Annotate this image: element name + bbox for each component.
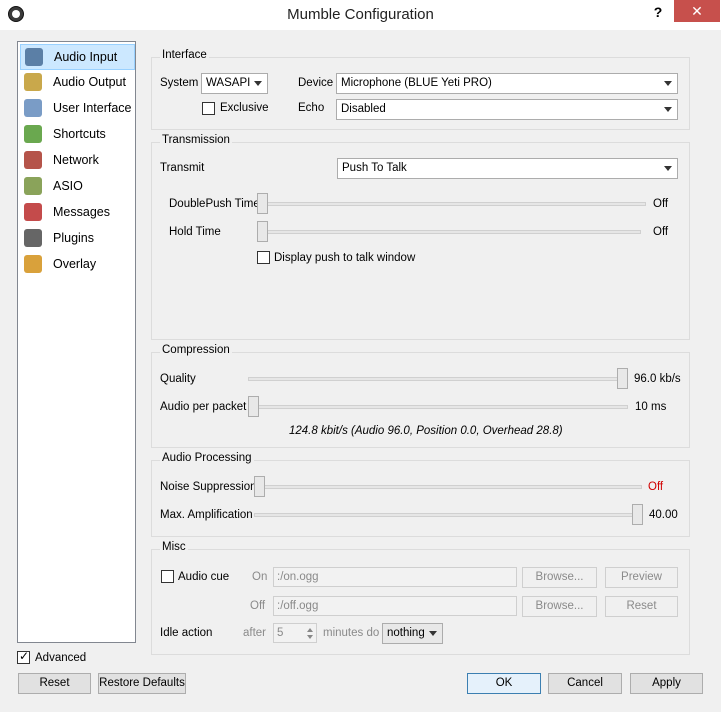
hold-time-label: Hold Time xyxy=(169,226,221,238)
max-amplification-label: Max. Amplification xyxy=(160,509,253,521)
sidebar-item-messages[interactable]: Messages xyxy=(20,200,133,224)
sidebar-item-overlay[interactable]: Overlay xyxy=(20,252,133,276)
device-select[interactable]: Microphone (BLUE Yeti PRO) xyxy=(336,73,678,94)
quality-slider-track xyxy=(248,377,626,381)
transmit-select[interactable]: Push To Talk xyxy=(337,158,678,179)
hold-time-slider[interactable] xyxy=(257,221,268,242)
system-label: System xyxy=(160,77,199,89)
cue-on-label: On xyxy=(252,571,268,583)
interface-group-title: Interface xyxy=(160,49,209,61)
ptt-window-checkbox[interactable] xyxy=(257,251,270,264)
misc-group-title: Misc xyxy=(160,541,188,553)
cue-off-label: Off xyxy=(250,600,266,612)
ptt-window-label: Display push to talk window xyxy=(274,252,416,264)
advanced-checkbox[interactable] xyxy=(17,649,30,664)
chevron-down-icon xyxy=(664,81,672,86)
advanced-label: Advanced xyxy=(35,652,87,664)
idle-after-label: after xyxy=(243,627,267,639)
sidebar-item-network[interactable]: Network xyxy=(20,148,133,172)
keyboard-icon xyxy=(24,125,42,143)
browse-on-button[interactable]: Browse... xyxy=(522,567,597,588)
preview-button[interactable]: Preview xyxy=(605,567,678,588)
minutes-do-label: minutes do xyxy=(323,627,380,639)
transmit-label: Transmit xyxy=(160,162,205,174)
idle-minutes-spinbox[interactable]: 5 xyxy=(273,623,317,643)
bitrate-summary: 124.8 kbit/s (Audio 96.0, Position 0.0, … xyxy=(289,425,563,437)
audio-per-packet-slider[interactable] xyxy=(248,396,259,417)
chevron-down-icon xyxy=(664,166,672,171)
doublepush-slider-track xyxy=(258,202,646,206)
exclusive-checkbox[interactable] xyxy=(202,102,215,115)
noise-suppression-label: Noise Suppression xyxy=(160,481,257,493)
chevron-down-icon xyxy=(254,81,262,86)
ok-button[interactable]: OK xyxy=(467,673,541,694)
system-select[interactable]: WASAPI xyxy=(201,73,268,94)
sidebar-item-audio-input[interactable]: Audio Input xyxy=(20,44,135,70)
sidebar-item-shortcuts[interactable]: Shortcuts xyxy=(20,122,133,146)
audio-per-packet-value: 10 ms xyxy=(635,401,667,413)
overlay-icon xyxy=(24,255,42,273)
help-button[interactable]: ? xyxy=(648,2,668,22)
noise-suppression-slider[interactable] xyxy=(254,476,265,497)
audio-cue-checkbox[interactable] xyxy=(161,570,174,583)
chevron-down-icon xyxy=(429,631,437,636)
browse-off-button[interactable]: Browse... xyxy=(522,596,597,617)
restore-defaults-button[interactable]: Restore Defaults xyxy=(98,673,186,694)
sidebar-item-asio[interactable]: ASIO xyxy=(20,174,133,198)
doublepush-slider[interactable] xyxy=(257,193,268,214)
quality-value: 96.0 kb/s xyxy=(634,373,681,385)
window-icon xyxy=(24,99,42,117)
quality-slider[interactable] xyxy=(617,368,628,389)
audio-per-packet-slider-track xyxy=(248,405,628,409)
spin-down-icon[interactable] xyxy=(307,635,313,639)
device-label: Device xyxy=(298,77,334,89)
chevron-down-icon xyxy=(664,107,672,112)
transmission-group-title: Transmission xyxy=(160,134,232,146)
idle-action-select[interactable]: nothing xyxy=(382,623,443,644)
speaker-icon xyxy=(24,73,42,91)
network-icon xyxy=(24,151,42,169)
category-list: Audio Input Audio Output User Interface … xyxy=(17,41,136,643)
spin-up-icon[interactable] xyxy=(307,628,313,632)
reset-button[interactable]: Reset xyxy=(18,673,91,694)
noise-suppression-value: Off xyxy=(648,481,664,493)
audio-cue-label: Audio cue xyxy=(178,571,230,583)
messages-icon xyxy=(24,203,42,221)
idle-action-label: Idle action xyxy=(160,627,213,639)
quality-label: Quality xyxy=(160,373,196,385)
plugin-icon xyxy=(24,229,42,247)
compression-group-title: Compression xyxy=(160,344,232,356)
doublepush-label: DoublePush Time xyxy=(169,198,260,210)
sidebar-item-audio-output[interactable]: Audio Output xyxy=(20,70,133,94)
max-amplification-slider[interactable] xyxy=(632,504,643,525)
audio-per-packet-label: Audio per packet xyxy=(160,401,247,413)
max-amplification-slider-track xyxy=(254,513,642,517)
audio-processing-group-title: Audio Processing xyxy=(160,452,254,464)
hold-time-slider-track xyxy=(258,230,641,234)
sidebar-item-user-interface[interactable]: User Interface xyxy=(20,96,133,120)
cue-off-file-input[interactable]: :/off.ogg xyxy=(273,596,517,616)
hold-time-value: Off xyxy=(653,226,669,238)
cue-on-file-input[interactable]: :/on.ogg xyxy=(273,567,517,587)
echo-select[interactable]: Disabled xyxy=(336,99,678,120)
sidebar-item-plugins[interactable]: Plugins xyxy=(20,226,133,250)
window-title: Mumble Configuration xyxy=(287,6,434,23)
close-button[interactable]: ✕ xyxy=(674,0,720,22)
microphone-icon xyxy=(25,48,43,66)
noise-suppression-slider-track xyxy=(254,485,642,489)
doublepush-value: Off xyxy=(653,198,669,210)
reset-cue-button[interactable]: Reset xyxy=(605,596,678,617)
cancel-button[interactable]: Cancel xyxy=(548,673,622,694)
exclusive-label: Exclusive xyxy=(220,102,269,114)
audio-processing-group: Audio Processing xyxy=(151,452,690,537)
max-amplification-value: 40.00 xyxy=(649,509,678,521)
echo-label: Echo xyxy=(298,102,325,114)
asio-icon xyxy=(24,177,42,195)
apply-button[interactable]: Apply xyxy=(630,673,703,694)
